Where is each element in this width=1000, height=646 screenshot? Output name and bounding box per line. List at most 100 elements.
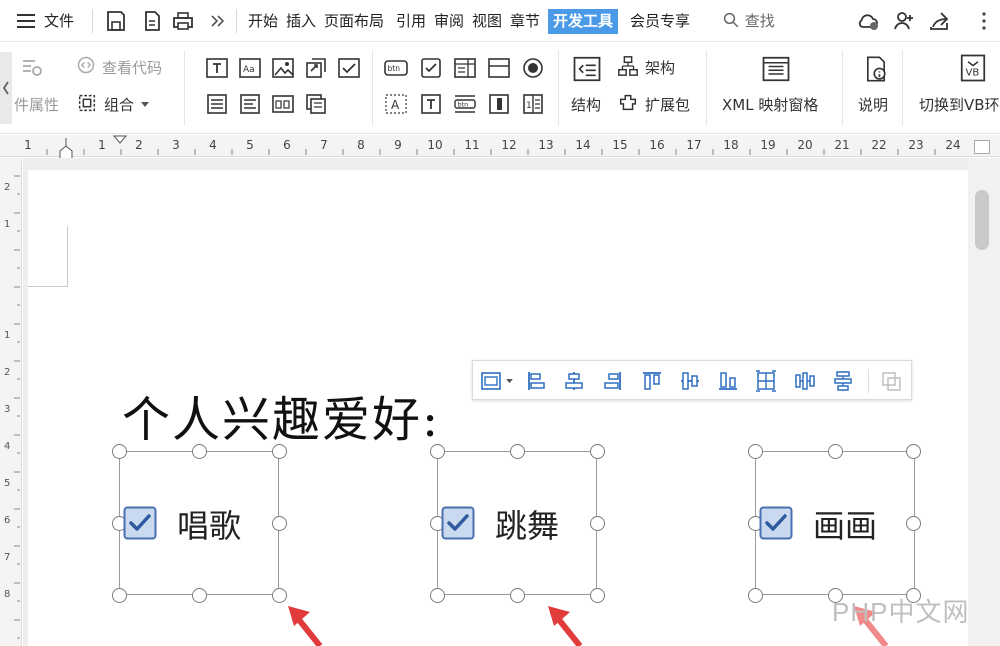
checkbox-control-singing[interactable]: 唱歌 xyxy=(111,443,287,603)
radio-button-control-icon[interactable] xyxy=(521,56,545,80)
repeating-section-control-icon[interactable] xyxy=(304,92,328,116)
scrollbar-control-icon[interactable] xyxy=(487,92,511,116)
resize-handle[interactable] xyxy=(271,443,287,459)
tab-review[interactable]: 审阅 xyxy=(434,0,464,42)
building-block-control-icon[interactable] xyxy=(304,56,328,80)
save-icon[interactable] xyxy=(104,9,128,33)
resize-handle[interactable] xyxy=(589,587,605,603)
resize-handle[interactable] xyxy=(747,587,763,603)
resize-handle[interactable] xyxy=(509,587,525,603)
more-chevron-icon[interactable] xyxy=(206,9,230,33)
resize-handle[interactable] xyxy=(747,443,763,459)
distribute-vertically-icon[interactable] xyxy=(831,369,855,393)
print-icon[interactable] xyxy=(171,9,195,33)
resize-handle[interactable] xyxy=(827,443,843,459)
checkbox-control-dancing[interactable]: 跳舞 xyxy=(429,443,605,603)
structure-icon[interactable] xyxy=(572,54,602,84)
tab-references[interactable]: 引用 xyxy=(396,0,426,42)
ribbon-scroll-left[interactable] xyxy=(0,52,12,124)
search-button[interactable]: 查找 xyxy=(722,9,775,33)
label-control-icon[interactable]: A xyxy=(384,92,408,116)
group-icon[interactable] xyxy=(76,92,98,114)
textbox-control-icon[interactable] xyxy=(419,92,443,116)
resize-handle[interactable] xyxy=(905,515,921,531)
text-control-icon[interactable] xyxy=(205,56,229,80)
first-line-indent-marker-icon[interactable] xyxy=(113,135,127,144)
resize-handle[interactable] xyxy=(905,443,921,459)
distribute-grid-icon[interactable] xyxy=(754,369,778,393)
vertical-ruler[interactable]: 2 1 1 2 3 4 5 6 7 8 xyxy=(0,158,22,646)
tab-member-exclusive[interactable]: 会员专享 xyxy=(630,0,690,42)
align-right-icon[interactable] xyxy=(600,369,624,393)
checkbox-control-painting[interactable]: 画画 xyxy=(747,443,921,603)
schema-icon[interactable] xyxy=(617,55,639,77)
frame-control-icon[interactable] xyxy=(487,56,511,80)
properties-label[interactable]: 件属性 xyxy=(14,94,59,115)
vertical-scrollbar-thumb[interactable] xyxy=(975,190,989,250)
switch-to-vb-icon[interactable]: VB xyxy=(958,52,988,84)
resize-handle[interactable] xyxy=(191,587,207,603)
tab-developer-tools[interactable]: 开发工具 xyxy=(548,9,619,34)
group-label[interactable]: 组合 xyxy=(104,94,134,115)
hamburger-menu-icon[interactable] xyxy=(14,9,38,33)
document-heading[interactable]: 个人兴趣爱好: xyxy=(122,380,440,450)
dropdown-arrow-icon[interactable] xyxy=(141,102,149,108)
ruler-toggle-button[interactable] xyxy=(974,140,990,154)
date-picker-control-icon[interactable] xyxy=(271,92,295,116)
description-label[interactable]: 说明 xyxy=(858,94,888,115)
view-code-label[interactable]: 查看代码 xyxy=(102,57,162,78)
properties-icon[interactable] xyxy=(20,56,44,80)
export-pdf-icon[interactable] xyxy=(140,9,164,33)
tab-chapter[interactable]: 章节 xyxy=(510,0,540,42)
schema-label[interactable]: 架构 xyxy=(645,57,675,78)
resize-handle[interactable] xyxy=(271,587,287,603)
resize-handle[interactable] xyxy=(589,443,605,459)
select-objects-icon[interactable] xyxy=(479,369,503,393)
align-center-icon[interactable] xyxy=(562,369,586,393)
align-middle-icon[interactable] xyxy=(678,369,702,393)
button-control-icon[interactable]: btn xyxy=(384,56,408,80)
view-code-icon[interactable] xyxy=(76,55,96,75)
align-top-icon[interactable] xyxy=(640,369,664,393)
align-bottom-icon[interactable] xyxy=(716,369,740,393)
distribute-horizontally-icon[interactable] xyxy=(793,369,817,393)
tab-view[interactable]: 视图 xyxy=(472,0,502,42)
description-icon[interactable] xyxy=(862,54,890,84)
resize-handle[interactable] xyxy=(191,443,207,459)
resize-handle[interactable] xyxy=(589,515,605,531)
more-options-icon[interactable] xyxy=(972,9,996,33)
resize-handle[interactable] xyxy=(429,443,445,459)
tab-insert[interactable]: 插入 xyxy=(286,0,316,42)
tab-home[interactable]: 开始 xyxy=(248,0,278,42)
checked-checkbox-icon[interactable] xyxy=(759,506,793,540)
structure-label[interactable]: 结构 xyxy=(571,94,601,115)
resize-handle[interactable] xyxy=(509,443,525,459)
list-box-control-icon[interactable] xyxy=(453,56,477,80)
resize-handle[interactable] xyxy=(111,443,127,459)
dropdown-arrow-icon[interactable] xyxy=(506,379,513,384)
rich-text-control-icon[interactable]: Aa xyxy=(238,56,262,80)
resize-handle[interactable] xyxy=(111,587,127,603)
checked-checkbox-icon[interactable] xyxy=(123,506,157,540)
share-icon[interactable] xyxy=(927,9,951,33)
cloud-sync-icon[interactable] xyxy=(856,9,880,33)
dropdown-list-control-icon[interactable] xyxy=(238,92,262,116)
checkbox-control-icon[interactable] xyxy=(337,56,361,80)
menu-file[interactable]: 文件 xyxy=(44,0,74,42)
horizontal-ruler[interactable]: 1 1 2 3 4 5 6 7 8 9 10 11 12 13 14 15 16 17 18 19 20 21 22 23 24 xyxy=(0,135,1000,160)
command-button-icon[interactable]: btn xyxy=(453,92,477,116)
xml-mapping-pane-label[interactable]: XML 映射窗格 xyxy=(722,94,818,115)
align-left-icon[interactable] xyxy=(525,369,549,393)
expansion-pack-icon[interactable] xyxy=(617,92,639,114)
switch-to-vb-label[interactable]: 切换到VB环 xyxy=(919,94,1000,115)
spin-button-control-icon[interactable]: 1 xyxy=(521,92,545,116)
picture-control-icon[interactable] xyxy=(271,56,295,80)
combo-box-control-icon[interactable] xyxy=(205,92,229,116)
group-objects-icon[interactable] xyxy=(879,369,903,393)
add-user-icon[interactable] xyxy=(892,9,916,33)
expansion-pack-label[interactable]: 扩展包 xyxy=(645,94,690,115)
checked-checkbox-icon[interactable] xyxy=(441,506,475,540)
xml-mapping-pane-icon[interactable] xyxy=(760,54,792,84)
resize-handle[interactable] xyxy=(429,587,445,603)
resize-handle[interactable] xyxy=(271,515,287,531)
